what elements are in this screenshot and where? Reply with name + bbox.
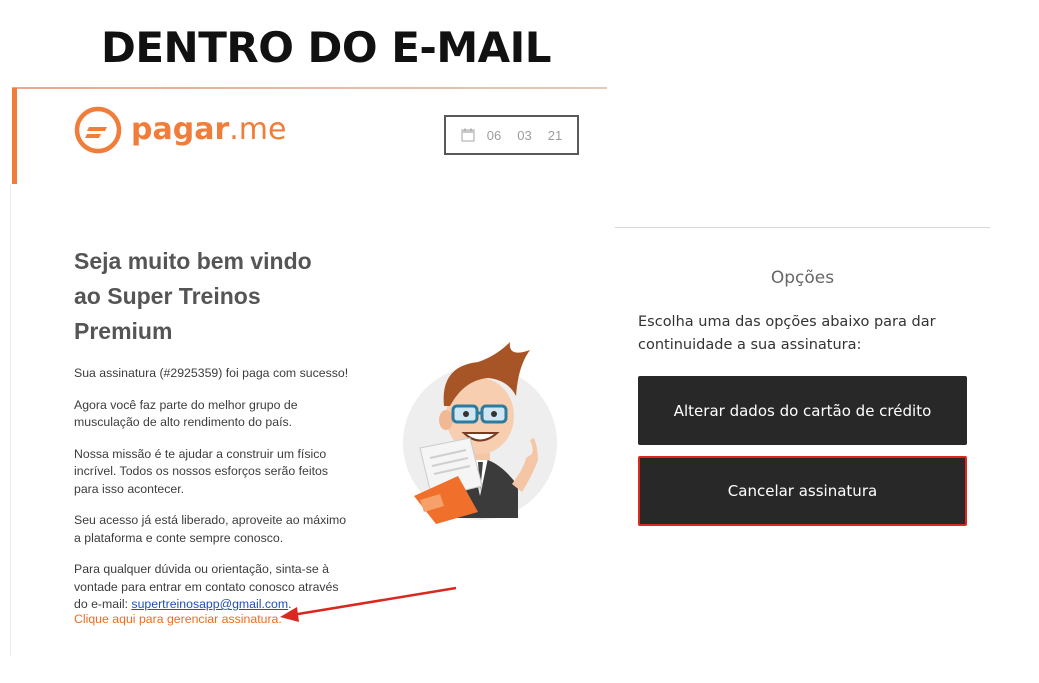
brand-name-light: .me [229,112,287,147]
welcome-title: Seja muito bem vindo ao Super Treinos Pr… [74,248,312,344]
brand-logo: pagar.me [74,106,286,154]
cancel-subscription-button[interactable]: Cancelar assinatura [638,456,967,526]
date-year: 21 [547,127,563,143]
email-left-border [10,184,11,656]
email-accent-bar [12,88,17,184]
email-paragraph: Sua assinatura (#2925359) foi paga com s… [74,366,349,380]
page-heading: DENTRO DO E-MAIL [101,23,552,72]
brand-name: pagar.me [131,110,286,150]
email-paragraph: Seu acesso já está liberado, aproveite a… [74,513,347,545]
manage-subscription-link[interactable]: Clique aqui para gerenciar assinatura. [74,611,282,628]
email-top-rule [12,87,607,89]
contact-email-link[interactable]: supertreinosapp@gmail.com [131,597,288,611]
options-description: Escolha uma das opções abaixo para dar c… [638,314,936,353]
email-paragraph: Agora você faz parte do melhor grupo de … [74,397,298,430]
date-month: 03 [517,127,532,143]
options-divider [615,227,990,228]
date-box: 06 03 21 [444,115,579,155]
pagarme-logo-icon [74,106,122,154]
options-title: Opções [770,268,835,288]
email-paragraph: Nossa missão é te ajudar a construir um … [74,446,329,496]
date-day: 06 [486,127,502,143]
calendar-icon [461,128,475,142]
annotation-arrow [280,586,457,622]
alter-card-button[interactable]: Alterar dados do cartão de crédito [638,376,967,445]
brand-name-bold: pagar [131,112,230,147]
mascot-illustration [403,342,557,524]
